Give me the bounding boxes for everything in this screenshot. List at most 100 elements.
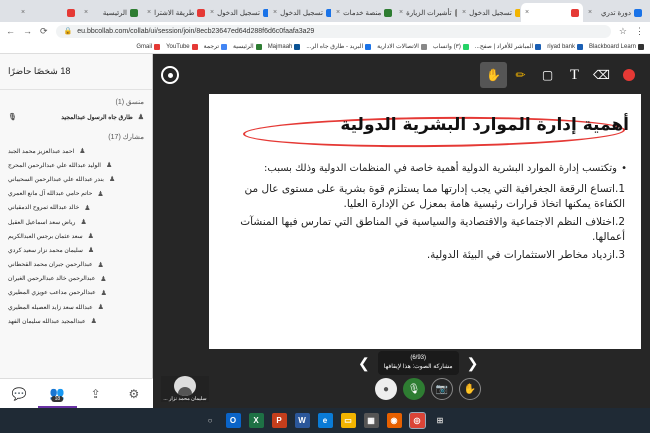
panel-tabs: 💬 👥 18 ⇪ ⚙ (0, 378, 153, 408)
attendees-panel: 18 شخصًا حاضرًا منسق (1) ♟ طارق جاه الرس… (0, 54, 153, 408)
browser-tab[interactable]: تسجيل الدخول × (269, 3, 331, 22)
my-status-button[interactable]: ● (375, 378, 397, 400)
store-icon[interactable]: ▦ (363, 413, 379, 428)
browser-tab[interactable]: × (521, 3, 583, 22)
close-tab-icon[interactable]: × (84, 9, 88, 16)
color-tool[interactable] (615, 62, 642, 88)
close-tab-icon[interactable]: × (21, 9, 25, 16)
settings-tab[interactable]: ⚙ (115, 379, 153, 408)
raise-hand-button[interactable]: ✋ (459, 378, 481, 400)
text-tool[interactable]: T (561, 62, 588, 88)
url-field[interactable]: 🔒 eu.bbcollab.com/collab/ui/session/join… (55, 24, 611, 38)
bookmark-item[interactable]: riyad bank (547, 43, 583, 50)
browser-tab[interactable]: × (17, 3, 79, 22)
word-icon[interactable]: W (294, 413, 310, 428)
close-tab-icon[interactable]: × (399, 9, 403, 16)
next-slide-icon[interactable]: ❯ (467, 355, 479, 372)
participant-row[interactable]: ♟ عبدالمجيد عبدالله سليمان الفهد (0, 314, 152, 328)
browser-tab[interactable]: دورة تدري × (584, 3, 646, 22)
moderator-row[interactable]: ♟ طارق جاه الرسول عبدالمجيد 🎙 (0, 109, 152, 125)
bookmark-label: ترجمة (203, 44, 220, 50)
bookmark-label: (٣) واتساب (432, 44, 461, 50)
windows-settings-icon[interactable]: ⊞ (433, 413, 448, 428)
browser-tab[interactable]: تسجيل الدخول × (206, 3, 268, 22)
share-tab[interactable]: ⇪ (77, 379, 115, 408)
browser-tab[interactable]: منصة خدمات × (332, 3, 394, 22)
close-tab-icon[interactable]: × (147, 9, 151, 16)
bookmark-label: Gmail (136, 43, 153, 50)
user-icon: ♟ (137, 114, 144, 121)
participant-row[interactable]: ♟ الوليد عبدالله علي عبدالرحمن المحرج (0, 158, 152, 172)
close-tab-icon[interactable]: × (525, 9, 529, 16)
bookmark-favicon-icon (535, 43, 542, 50)
attendees-tab[interactable]: 👥 18 (38, 379, 77, 408)
tab-strip: دورة تدري × × تسجيل الدخول × تأشيرات الزيارة ×… (0, 0, 650, 22)
search-icon[interactable]: ○ (203, 413, 218, 428)
person-silhouette-icon (178, 387, 192, 396)
participant-row[interactable]: ♟ رياض سعد اسماعيل العقيل (0, 215, 152, 229)
session-menu-button[interactable] (161, 66, 179, 84)
participant-row[interactable]: ♟ احمد عبدالعزيز محمد الجبد (0, 144, 152, 158)
hand-icon: ✋ (463, 383, 477, 395)
user-icon: ♟ (100, 289, 107, 297)
browser-tab[interactable]: طريقة الاشترا × (143, 3, 205, 22)
tab-title: دورة تدري (601, 9, 631, 17)
close-tab-icon[interactable]: × (462, 9, 466, 16)
participant-row[interactable]: ♟ عبدالله سعد زايد العصيله المطيري (0, 300, 152, 314)
browser-tab[interactable]: تأشيرات الزيارة × (395, 3, 457, 22)
participant-row[interactable]: ♟ حاتم حامي عبدالله آل مانع العمري (0, 187, 152, 201)
close-tab-icon[interactable]: × (210, 9, 214, 16)
pencil-tool[interactable]: ✏ (507, 62, 534, 88)
participant-row[interactable]: ♟ بندر عبدالله علي عبدالرحمن السحيباني (0, 172, 152, 186)
file-explorer-icon[interactable]: ▭ (340, 413, 356, 428)
forward-icon[interactable]: → (23, 26, 32, 36)
participant-video[interactable]: سليمان محمد نزار ... (161, 376, 209, 402)
outlook-icon[interactable]: O (225, 413, 241, 428)
previous-slide-icon[interactable]: ❮ (358, 355, 370, 372)
close-tab-icon[interactable]: × (336, 9, 340, 16)
close-tab-icon[interactable]: × (588, 9, 592, 16)
pointer-tool[interactable]: ✋ (480, 62, 507, 88)
participant-row[interactable]: ♟ عبدالرحمن مداعب عويزي المطيري (0, 286, 152, 300)
menu-icon[interactable]: ⋮ (635, 26, 644, 37)
bookmark-item[interactable]: Majmaah (268, 43, 301, 50)
bookmark-item[interactable]: المباشر للأفراد | صفح... (475, 43, 542, 50)
bookmark-item[interactable]: YouTube (166, 43, 198, 50)
participant-row[interactable]: ♟ سليمان محمد نزار سعيد كردي (0, 243, 152, 257)
close-tab-icon[interactable]: × (273, 9, 277, 16)
bookmark-item[interactable]: ترجمة (203, 43, 228, 50)
bookmarks-bar: Blackboard Learn riyad bank المباشر للأفرا… (0, 40, 650, 54)
edge-icon[interactable]: e (317, 413, 333, 428)
back-icon[interactable]: ← (6, 26, 15, 36)
participant-row[interactable]: ♟ عبدالرحمن جبران محمد القحطاني (0, 258, 152, 272)
user-icon: ♟ (87, 233, 94, 241)
browser-tab[interactable]: الرئيسية × (80, 3, 142, 22)
excel-icon[interactable]: X (248, 413, 264, 428)
microphone-button[interactable]: 🎙 (403, 378, 425, 400)
participant-row[interactable]: ♟ خالد عبدالله ثمروح الدمقياني (0, 201, 152, 215)
bookmark-item[interactable]: الرئيسية (233, 43, 262, 50)
bookmark-item[interactable]: Gmail (136, 43, 161, 50)
user-icon: ♟ (79, 148, 86, 156)
bookmark-favicon-icon (365, 43, 372, 50)
participant-row[interactable]: ♟ سعد عثمان برجس العبدالكريم (0, 229, 152, 243)
bookmark-item[interactable]: (٣) واتساب (433, 43, 469, 50)
powerpoint-icon[interactable]: P (271, 413, 287, 428)
slide-intro: وتكتسب إدارة الموارد البشرية الدولية أهم… (225, 162, 627, 176)
chrome-icon[interactable]: ◎ (408, 412, 426, 429)
browser-tab[interactable]: تسجيل الدخول × (458, 3, 520, 22)
bookmark-label: YouTube (166, 43, 190, 50)
firefox-icon[interactable]: ◉ (386, 413, 402, 428)
camera-button[interactable]: 📷 (431, 378, 453, 400)
bookmark-item[interactable]: البريد - طارق جاه الر... (306, 43, 372, 50)
participant-row[interactable]: ♟ عبدالرحمن خالد عبدالرحمن الغيران (0, 272, 152, 286)
star-icon[interactable]: ☆ (619, 26, 627, 37)
participant-name: عبدالرحمن مداعب عويزي المطيري (8, 290, 96, 297)
eraser-tool[interactable]: ⌫ (588, 62, 615, 88)
page-indicator: (6/93) مشاركة الصوت: هذا لإيقافها (377, 351, 459, 375)
bookmark-item[interactable]: الاتصالات الادارية (377, 43, 427, 50)
reload-icon[interactable]: ⟳ (40, 26, 48, 37)
bookmark-item[interactable]: Blackboard Learn (589, 43, 644, 50)
shape-tool[interactable]: ▢ (534, 62, 561, 88)
chat-tab[interactable]: 💬 (0, 379, 38, 408)
